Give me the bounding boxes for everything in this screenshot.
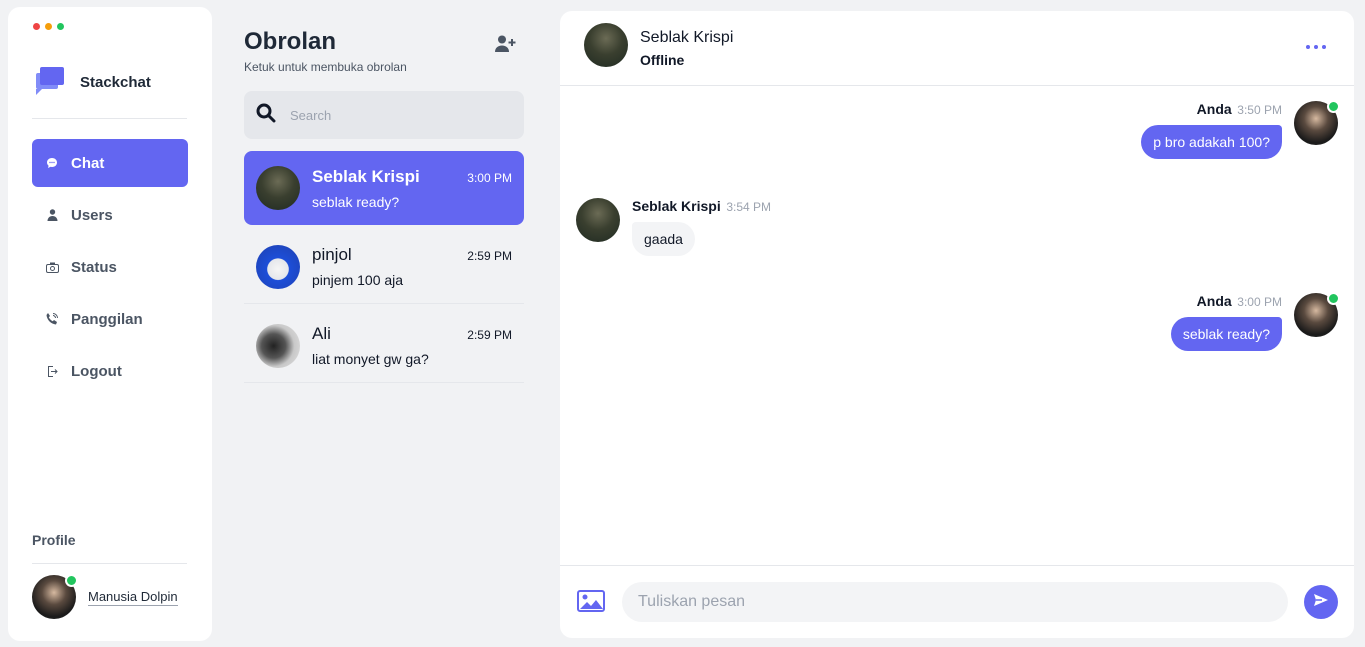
online-indicator <box>65 574 78 587</box>
avatar <box>32 574 78 619</box>
search-icon <box>256 103 276 128</box>
add-user-button[interactable] <box>495 35 517 58</box>
message-sender: Anda <box>1196 101 1232 117</box>
nav-label: Users <box>71 206 113 224</box>
message-incoming: Seblak Krispi 3:54 PM gaada <box>576 198 771 256</box>
page-subtitle: Ketuk untuk membuka obrolan <box>244 60 407 74</box>
stackchat-logo-icon <box>34 65 66 100</box>
divider <box>32 563 187 564</box>
chat-bubble-icon <box>45 156 59 170</box>
avatar <box>256 166 300 210</box>
nav-label: Status <box>71 258 117 276</box>
message-time: 3:00 PM <box>1237 295 1282 309</box>
conversation-last-message: liat monyet gw ga? <box>312 351 429 367</box>
nav-item-users[interactable]: Users <box>32 191 188 239</box>
search-input[interactable] <box>290 107 490 123</box>
image-icon <box>577 590 605 616</box>
message-outgoing: Anda 3:00 PM seblak ready? <box>1170 292 1340 351</box>
message-sender: Anda <box>1196 293 1232 309</box>
chat-header: Seblak Krispi Offline <box>560 11 1354 86</box>
avatar <box>256 244 300 289</box>
more-options-button[interactable] <box>1306 45 1326 49</box>
more-dot <box>1322 45 1326 49</box>
conversation-name: pinjol <box>312 245 352 264</box>
conversation-item[interactable]: Ali 2:59 PM liat monyet gw ga? <box>244 309 524 383</box>
window-controls <box>33 23 64 30</box>
chat-contact-status: Offline <box>640 52 685 68</box>
camera-icon <box>45 260 59 274</box>
brand: Stackchat <box>34 65 151 100</box>
search-bar <box>244 91 524 139</box>
more-dot <box>1314 45 1318 49</box>
message-sender: Seblak Krispi <box>632 198 721 214</box>
chat-panel: Seblak Krispi Offline Anda 3:50 PM p bro… <box>560 11 1354 638</box>
conversation-time: 3:00 PM <box>467 170 512 185</box>
page-title: Obrolan <box>244 28 337 55</box>
conversation-item[interactable]: Seblak Krispi 3:00 PM seblak ready? <box>244 151 524 225</box>
maximize-dot[interactable] <box>57 23 64 30</box>
avatar <box>1294 292 1340 337</box>
message-time: 3:50 PM <box>1237 103 1282 117</box>
logout-icon <box>45 364 59 378</box>
phone-icon <box>45 312 59 326</box>
close-dot[interactable] <box>33 23 40 30</box>
message-outgoing: Anda 3:50 PM p bro adakah 100? <box>1141 100 1340 159</box>
message-bubble: p bro adakah 100? <box>1141 125 1282 159</box>
message-time: 3:54 PM <box>726 200 772 214</box>
conversation-list: Seblak Krispi 3:00 PM seblak ready? pinj… <box>244 151 524 388</box>
nav-item-status[interactable]: Status <box>32 243 188 291</box>
send-button[interactable] <box>1304 585 1338 619</box>
main-nav: Chat Users Status Panggilan Logout <box>32 139 188 399</box>
conversation-last-message: pinjem 100 aja <box>312 272 404 288</box>
send-icon <box>1313 592 1329 613</box>
message-input[interactable] <box>622 582 1288 622</box>
conversation-item[interactable]: pinjol 2:59 PM pinjem 100 aja <box>244 230 524 304</box>
message-composer <box>560 565 1354 638</box>
divider <box>32 118 187 119</box>
avatar <box>576 198 620 242</box>
online-indicator <box>1327 100 1340 113</box>
profile-name[interactable]: Manusia Dolpin <box>88 589 178 606</box>
message-bubble: gaada <box>632 222 695 256</box>
conversation-name: Ali <box>312 324 331 343</box>
sidebar: Stackchat Chat Users Status Panggilan Lo… <box>8 7 212 641</box>
user-icon <box>45 208 59 222</box>
chat-contact-name: Seblak Krispi <box>640 29 734 46</box>
nav-item-chat[interactable]: Chat <box>32 139 188 187</box>
nav-label: Panggilan <box>71 310 143 328</box>
avatar[interactable] <box>584 23 628 67</box>
conversation-time: 2:59 PM <box>467 249 512 263</box>
nav-label: Chat <box>71 154 105 172</box>
more-dots-icon <box>1306 45 1310 49</box>
brand-name: Stackchat <box>80 74 151 91</box>
attach-image-button[interactable] <box>577 590 605 617</box>
profile[interactable]: Manusia Dolpin <box>32 574 178 619</box>
conversation-last-message: seblak ready? <box>312 193 400 210</box>
profile-label: Profile <box>32 532 76 548</box>
nav-label: Logout <box>71 362 122 380</box>
online-indicator <box>1327 292 1340 305</box>
avatar <box>1294 100 1340 145</box>
nav-item-panggilan[interactable]: Panggilan <box>32 295 188 343</box>
conversation-name: Seblak Krispi <box>312 166 420 186</box>
conversation-time: 2:59 PM <box>467 328 512 342</box>
message-bubble: seblak ready? <box>1170 317 1282 351</box>
add-user-icon <box>495 35 517 57</box>
avatar <box>256 323 300 368</box>
minimize-dot[interactable] <box>45 23 52 30</box>
nav-item-logout[interactable]: Logout <box>32 347 188 395</box>
